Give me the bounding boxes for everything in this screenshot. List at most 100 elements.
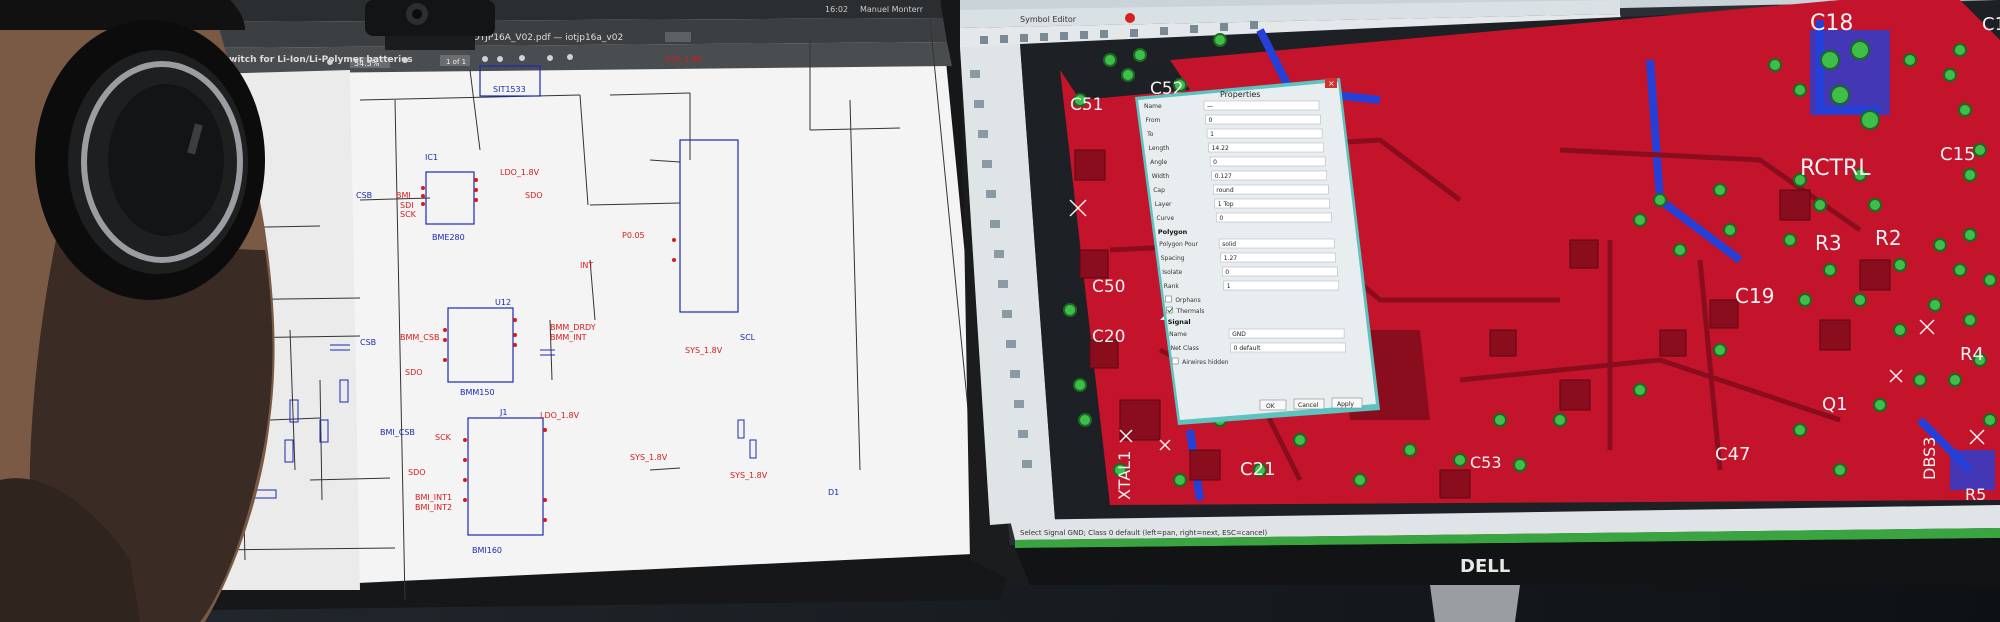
dialog-field-value: 0.127 — [1215, 173, 1232, 180]
dialog-field-input[interactable] — [1223, 280, 1340, 291]
pcb-label: R4 — [1960, 344, 1984, 365]
label-bmi-csb: BMI_CSB — [380, 428, 415, 437]
dialog-field-label: Isolate — [1162, 269, 1182, 276]
label-sit1533: SIT1533 — [493, 85, 526, 94]
label-bmm150: BMM150 — [460, 388, 495, 397]
dialog-field-value: 1.27 — [1224, 255, 1238, 262]
pcb-label: C18 — [1810, 11, 1853, 36]
label-bmi-int1: BMI_INT1 — [415, 493, 452, 502]
dialog-field-value: 1 Top — [1218, 201, 1234, 208]
label-sdo: SDO — [525, 191, 543, 200]
pcb-label: C51 — [1070, 95, 1104, 115]
dialog-field-input[interactable] — [1205, 114, 1321, 125]
left-monitor-svg: 54.5% 1 of 1 er switch for Li-Ion/Li-Pol… — [209, 0, 1010, 610]
dialog-field-label: Polygon Pour — [1159, 241, 1198, 248]
pcb-label: R3 — [1815, 231, 1842, 255]
dialog-section-heading: Signal — [1168, 318, 1191, 326]
right-monitor: Symbol Editor C18 C C52 C51 RCTRL C15 R3… — [960, 0, 2000, 622]
label-bmi-int2: BMI_INT2 — [415, 503, 452, 512]
dialog-field-label: Cap — [1153, 187, 1165, 194]
dialog-field-value: 0 — [1219, 215, 1223, 222]
pcb-label: C20 — [1092, 327, 1126, 347]
webcam-icon — [365, 0, 495, 55]
pcb-label: C11 — [1982, 14, 2000, 35]
dialog-field-input[interactable] — [1216, 212, 1332, 223]
dialog-checkbox-label: Airwires hidden — [1182, 359, 1229, 366]
app-title: Symbol Editor — [1020, 15, 1077, 24]
dialog-field-input[interactable] — [1220, 252, 1336, 263]
dialog-field-input[interactable] — [1203, 100, 1320, 111]
label-sck2: SCK — [435, 433, 452, 442]
label-bmm-int: BMM_INT — [550, 333, 587, 342]
dialog-field-label: Spacing — [1161, 255, 1185, 262]
label-scl: SCL — [740, 333, 756, 342]
label-sdo3: SDO — [408, 468, 426, 477]
pcb-label: Q1 — [1822, 394, 1848, 415]
label-sdo2: SDO — [405, 368, 423, 377]
label-po05: P0.05 — [622, 231, 645, 240]
dialog-field-label: Length — [1149, 145, 1170, 152]
label-u12: U12 — [495, 298, 511, 307]
dialog-field-value: 0 default — [1234, 345, 1261, 352]
left-monitor: 54.5% 1 of 1 er switch for Li-Ion/Li-Pol… — [209, 0, 1010, 610]
dialog-field-label: Name — [1144, 103, 1162, 110]
label-int: INT — [580, 261, 593, 270]
pcb-label: C19 — [1735, 284, 1774, 308]
dialog-field-value: 1 — [1227, 283, 1231, 290]
dialog-checkbox[interactable] — [1171, 357, 1179, 365]
pcb-label: XTAL1 — [1115, 451, 1134, 500]
dialog-field-value: 0 — [1225, 269, 1229, 276]
dialog-field-value: 14.22 — [1212, 145, 1229, 152]
label-sys18b: SYS_1.8V — [685, 346, 723, 355]
label-bmm-csb: BMM_CSB — [400, 333, 439, 342]
label-ldo2: LDO_1.8V — [540, 411, 580, 420]
dialog-field-input[interactable] — [1228, 328, 1345, 339]
label-sck: SCK — [400, 210, 417, 219]
pcb-label: C50 — [1092, 277, 1126, 297]
label-sys18c: SYS_1.8V — [630, 453, 668, 462]
pcb-label: C47 — [1715, 444, 1750, 465]
dialog-field-value: solid — [1222, 241, 1236, 248]
dialog-field-label: Rank — [1164, 283, 1180, 290]
user-text: Manuel Monterr — [860, 5, 924, 14]
dialog-field-label: Name — [1169, 331, 1187, 338]
dialog-field-value: 0 — [1209, 117, 1213, 124]
dialog-checkbox-label: Thermals — [1176, 308, 1205, 315]
dialog-field-value: — — [1207, 103, 1213, 110]
label-bmm-drdy: BMM_DRDY — [550, 323, 596, 332]
pcb-label: C21 — [1240, 459, 1275, 480]
dialog-field-value: 1 — [1210, 131, 1214, 138]
pcb-label: C53 — [1470, 453, 1502, 472]
cancel-label: Cancel — [1298, 402, 1319, 409]
label-ldo: LDO_1.8V — [500, 168, 540, 177]
apply-label: Apply — [1337, 401, 1354, 408]
dialog-field-value: 0 — [1213, 159, 1217, 166]
label-d1: D1 — [828, 488, 839, 497]
label-bmi160: BMI160 — [472, 546, 502, 555]
dialog-field-label: To — [1146, 131, 1154, 138]
dialog-checkbox[interactable] — [1165, 295, 1172, 303]
dialog-title: Properties — [1220, 90, 1260, 99]
pcb-label: C15 — [1940, 144, 1975, 165]
dialog-field-input[interactable] — [1222, 266, 1338, 277]
dialog-field-input[interactable] — [1209, 156, 1326, 167]
dialog-field-value: GND — [1232, 331, 1246, 338]
dialog-field-label: Angle — [1150, 159, 1167, 166]
person-foreground — [0, 0, 300, 622]
pcb-label: R5 — [1965, 485, 1986, 504]
dialog-checkbox-label: Orphans — [1175, 297, 1200, 304]
dialog-field-input[interactable] — [1218, 238, 1335, 249]
dialog-field-label: From — [1146, 117, 1161, 124]
tab-close-button[interactable] — [665, 32, 691, 42]
stop-icon[interactable] — [1125, 13, 1135, 23]
right-monitor-svg: Symbol Editor C18 C C52 C51 RCTRL C15 R3… — [960, 0, 2000, 622]
page-text: 1 of 1 — [446, 58, 466, 66]
dialog-field-label: Curve — [1156, 215, 1174, 222]
label-csb2: CSB — [360, 338, 376, 347]
photo-scene: 54.5% 1 of 1 er switch for Li-Ion/Li-Pol… — [0, 0, 2000, 622]
dialog-field-value: round — [1216, 187, 1234, 194]
dialog-field-input[interactable] — [1206, 128, 1323, 139]
dialog-field-label: Layer — [1155, 201, 1172, 208]
clock-text: 16:02 — [825, 5, 848, 14]
dialog-field-label: Width — [1152, 173, 1170, 180]
